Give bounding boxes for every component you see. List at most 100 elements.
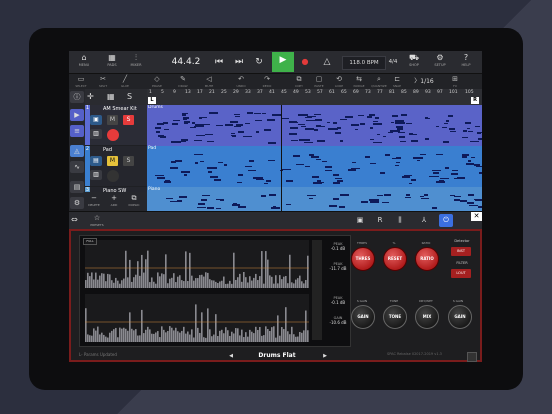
midi-note bbox=[237, 206, 247, 208]
copy-button[interactable]: ⧉ COPY bbox=[289, 75, 309, 89]
loop-button[interactable]: ↻ bbox=[251, 54, 267, 70]
loop-right-marker[interactable]: R bbox=[471, 97, 479, 104]
grid-icon[interactable]: ▦ bbox=[107, 92, 115, 101]
next-preset-button[interactable]: ▶ bbox=[321, 350, 329, 362]
rewind-button[interactable]: ⏮ bbox=[211, 54, 227, 70]
fx-tab[interactable]: ▣ bbox=[353, 214, 367, 227]
midi-note bbox=[305, 116, 312, 119]
paste-button[interactable]: ▢ PASTE bbox=[309, 75, 329, 89]
quantize-value[interactable]: 〉1/16 bbox=[407, 75, 441, 89]
power-tab[interactable]: ⏻ bbox=[439, 214, 453, 227]
mix-knob[interactable]: MIX bbox=[415, 305, 439, 329]
pads-button[interactable]: ▦ PADS bbox=[101, 53, 123, 71]
shop-button[interactable]: ⛟ SHOP bbox=[403, 53, 425, 71]
mute-button[interactable]: M bbox=[107, 115, 118, 125]
settings-button[interactable]: ⚙ bbox=[70, 197, 84, 209]
waveform-bar bbox=[251, 280, 253, 288]
waveform-bar bbox=[193, 280, 195, 288]
loop-left-marker[interactable]: L bbox=[148, 97, 156, 104]
solo-header-icon[interactable]: S bbox=[127, 92, 132, 101]
record-arm-button[interactable] bbox=[107, 170, 119, 182]
erase-tool[interactable]: ◇ ERASE bbox=[147, 75, 167, 89]
tone-knob[interactable]: TONE bbox=[383, 305, 407, 329]
timeline-ruler[interactable]: 1 5 9 13 17 21 25 29 33 37 41 45 49 53 5… bbox=[147, 89, 482, 106]
position-display[interactable]: 44.4.2 bbox=[168, 55, 204, 69]
audio-button[interactable]: ∿ bbox=[70, 161, 84, 173]
draw-tool[interactable]: ✎ DRAW bbox=[173, 75, 193, 89]
mixer-tab[interactable]: ⫼ bbox=[393, 214, 407, 227]
split-tool[interactable]: ✂ SPLIT bbox=[93, 75, 113, 89]
close-panel-button[interactable]: ✕ bbox=[471, 212, 482, 221]
prev-preset-button[interactable]: ◀ bbox=[227, 350, 235, 362]
collapse-icon[interactable]: ⇔ bbox=[71, 215, 78, 224]
record-button[interactable]: ● bbox=[297, 54, 313, 70]
loop-tool[interactable]: ⟲ LOOP bbox=[329, 75, 349, 89]
arrangement-view[interactable]: Drums Pad Piano bbox=[147, 105, 482, 211]
keyboard-button[interactable]: ▤ bbox=[70, 181, 84, 193]
mixer-button[interactable]: ⫶ MIXER bbox=[125, 53, 147, 71]
help-button[interactable]: ? HELP bbox=[455, 53, 477, 71]
tuner-button[interactable]: ◬ bbox=[70, 145, 84, 157]
mute-tool[interactable]: ◁ MUTE bbox=[199, 75, 219, 89]
midi-note bbox=[267, 142, 277, 144]
delete-button[interactable]: − DELETE bbox=[87, 193, 101, 210]
midi-note bbox=[174, 160, 182, 162]
presets-button[interactable]: ☆ PRESETS bbox=[83, 213, 111, 229]
time-signature[interactable]: 4/4 bbox=[386, 56, 400, 68]
record-arm-button[interactable] bbox=[107, 129, 119, 141]
waveform-bar bbox=[261, 251, 263, 288]
preset-name[interactable]: Drums Flat bbox=[249, 350, 305, 362]
track-row[interactable]: 1 AM Smear Kit ▣ M S ▥ bbox=[85, 105, 147, 145]
select-tool[interactable]: ▭ SELECT bbox=[71, 75, 91, 89]
undo-button[interactable]: ↶ UNDO bbox=[231, 75, 251, 89]
view-mode-button[interactable]: ≡ bbox=[70, 125, 84, 137]
waveform-bar bbox=[289, 334, 291, 342]
snap-tool[interactable]: ⊏ SNAP bbox=[387, 75, 407, 89]
info-button[interactable]: ⓘ bbox=[70, 91, 84, 103]
midi-note bbox=[266, 180, 271, 182]
redo-button[interactable]: ↷ REDO bbox=[257, 75, 277, 89]
side-gain-knob[interactable]: GAIN bbox=[351, 305, 375, 329]
quantize-icon: ⌕ bbox=[377, 75, 381, 83]
solo-button[interactable]: S bbox=[123, 156, 134, 166]
add-button[interactable]: + ADD bbox=[107, 193, 121, 210]
reset-knob[interactable]: RESET bbox=[383, 247, 407, 271]
mute-button[interactable]: M bbox=[107, 156, 118, 166]
clip-piano[interactable]: Piano bbox=[147, 187, 482, 211]
vu-meter bbox=[312, 240, 322, 340]
track-row[interactable]: 2 Pad ▤ M S ▥ bbox=[85, 146, 147, 186]
waveform-bar bbox=[165, 254, 167, 288]
midi-note bbox=[470, 156, 475, 159]
lout-button[interactable]: LOUT bbox=[451, 269, 471, 278]
play-button[interactable]: ▶ bbox=[272, 52, 294, 72]
detector-label: Detector bbox=[454, 239, 470, 243]
plus-icon: + bbox=[111, 194, 117, 202]
solo-button[interactable]: S bbox=[123, 115, 134, 125]
inst-button[interactable]: INST bbox=[451, 247, 471, 256]
output-gain-knob[interactable]: GAIN bbox=[448, 305, 472, 329]
waveform-bar bbox=[203, 337, 205, 342]
ratio-knob[interactable]: RATIO bbox=[415, 247, 439, 271]
menu-button[interactable]: ⌂ MENU bbox=[73, 53, 95, 71]
nudge-tool[interactable]: ⇆ NUDGE bbox=[349, 75, 369, 89]
add-track-icon[interactable]: ✛ bbox=[87, 92, 94, 101]
glue-tool[interactable]: ╱ GLUE bbox=[115, 75, 135, 89]
metronome-button[interactable]: △ bbox=[319, 54, 335, 70]
quantize-tool[interactable]: ⌕ QUANTIZE bbox=[369, 75, 389, 89]
setup-button[interactable]: ⚙ SETUP bbox=[429, 53, 451, 71]
ruler-tick: 93 bbox=[425, 90, 431, 95]
clip-pad[interactable]: Pad bbox=[147, 146, 482, 187]
midi-note bbox=[353, 123, 357, 126]
clip-drums[interactable]: Drums bbox=[147, 105, 482, 146]
play-mode-button[interactable]: ▶ bbox=[70, 109, 84, 121]
fork-tab[interactable]: ⅄ bbox=[417, 214, 431, 227]
fx-tool[interactable]: ⊞ FX bbox=[445, 75, 465, 89]
resize-handle[interactable] bbox=[467, 352, 477, 362]
full-button[interactable]: FULL bbox=[83, 238, 97, 245]
tempo-display[interactable]: 118.0 BPM bbox=[342, 56, 386, 70]
threshold-knob[interactable]: THRES bbox=[351, 247, 375, 271]
duplicate-button[interactable]: ⧉ DUPLIC bbox=[127, 193, 141, 210]
playhead[interactable] bbox=[281, 105, 282, 211]
forward-button[interactable]: ⏭ bbox=[231, 54, 247, 70]
r-tab[interactable]: R bbox=[373, 214, 387, 227]
